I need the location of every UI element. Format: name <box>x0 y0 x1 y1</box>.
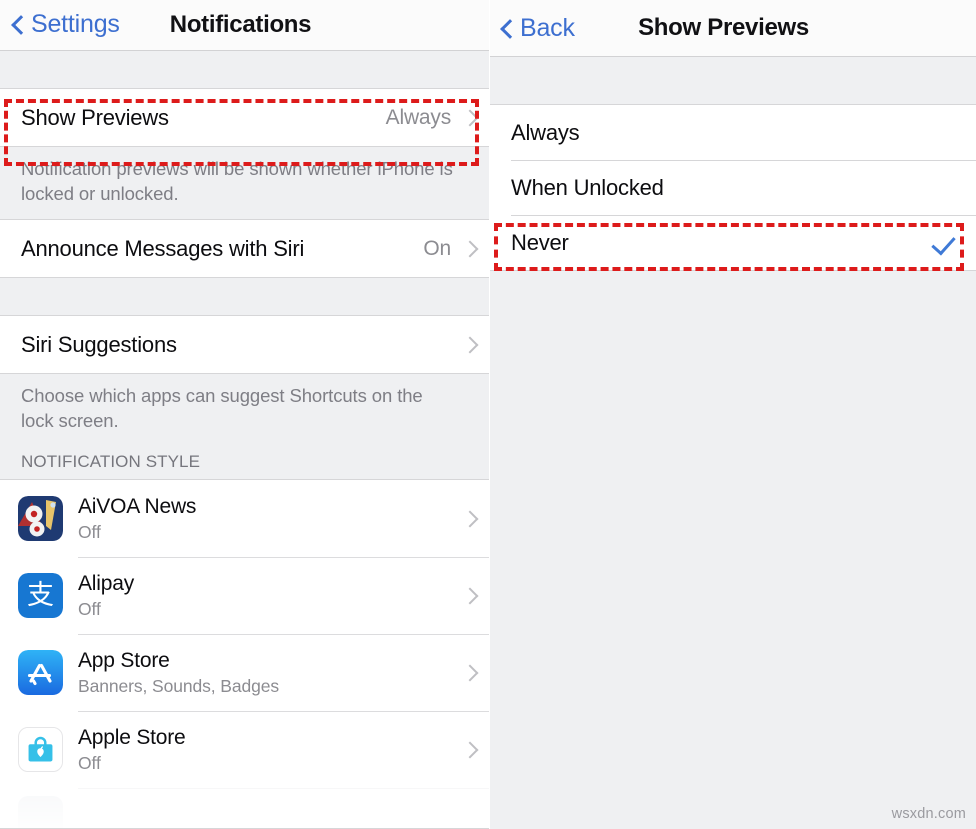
left-navbar: Settings Notifications <box>0 0 489 51</box>
empty-area <box>489 271 976 829</box>
app-store-app-icon <box>18 650 63 695</box>
chevron-left-icon <box>11 14 24 35</box>
app-row-alipay[interactable]: 支 Alipay Off <box>0 557 489 634</box>
app-name: Alipay <box>78 571 134 595</box>
partial-app-icon <box>18 796 63 829</box>
aivoa-news-app-icon <box>18 496 63 541</box>
app-name: Apple Store <box>78 725 186 749</box>
alipay-app-icon: 支 <box>18 573 63 618</box>
chevron-right-icon <box>464 239 475 258</box>
app-status: Off <box>78 752 101 773</box>
app-texts: AiVOA News Off <box>78 494 464 544</box>
app-texts: Apple Store Off <box>78 725 464 775</box>
chevron-right-icon <box>464 335 475 354</box>
option-row-never[interactable]: Never <box>489 215 976 270</box>
notification-style-app-list: AiVOA News Off 支 Alipay Off App Store Ba… <box>0 479 489 829</box>
app-row-aivoa-news[interactable]: AiVOA News Off <box>0 480 489 557</box>
right-phone-panel: Back Show Previews Always When Unlocked … <box>489 0 976 829</box>
row-show-previews-value: Always <box>385 105 452 129</box>
back-button-label: Back <box>520 13 575 42</box>
option-row-always[interactable]: Always <box>489 105 976 160</box>
siri-suggestions-note: Choose which apps can suggest Shortcuts … <box>0 374 489 446</box>
row-announce-value: On <box>423 236 451 260</box>
top-spacer <box>0 50 489 90</box>
app-status: Off <box>78 521 101 542</box>
show-previews-options-group: Always When Unlocked Never <box>489 105 976 271</box>
siri-suggestions-group: Siri Suggestions <box>0 316 489 374</box>
app-name: AiVOA News <box>78 494 197 518</box>
option-label: Always <box>511 119 580 145</box>
app-row-partial-cutoff <box>0 788 489 829</box>
back-button[interactable]: Back <box>500 14 575 43</box>
dual-phone-screenshot: Settings Notifications Show Previews Alw… <box>0 0 976 829</box>
row-show-previews-label: Show Previews <box>21 104 169 130</box>
app-name: App Store <box>78 648 170 672</box>
row-announce-label: Announce Messages with Siri <box>21 235 305 261</box>
chevron-right-icon <box>464 509 475 528</box>
announce-messages-group: Announce Messages with Siri On <box>0 219 489 279</box>
row-announce-messages-with-siri[interactable]: Announce Messages with Siri On <box>0 220 489 278</box>
app-status: Banners, Sounds, Badges <box>78 675 280 696</box>
apple-store-app-icon <box>18 727 63 772</box>
top-spacer <box>489 57 976 105</box>
app-row-app-store[interactable]: App Store Banners, Sounds, Badges <box>0 634 489 711</box>
right-navbar: Back Show Previews <box>489 0 976 57</box>
option-label: When Unlocked <box>511 174 664 200</box>
fade-inner <box>0 788 489 829</box>
option-row-when-unlocked[interactable]: When Unlocked <box>489 160 976 215</box>
row-show-previews[interactable]: Show Previews Always <box>0 89 489 147</box>
app-texts: Alipay Off <box>78 571 464 621</box>
app-status: Off <box>78 598 101 619</box>
app-row-apple-store[interactable]: Apple Store Off <box>0 711 489 788</box>
row-siri-suggestions-label: Siri Suggestions <box>21 331 177 357</box>
chevron-right-icon <box>464 586 475 605</box>
left-phone-panel: Settings Notifications Show Previews Alw… <box>0 0 489 829</box>
checkmark-icon <box>932 230 958 256</box>
svg-text:支: 支 <box>27 580 54 611</box>
option-label: Never <box>511 229 569 255</box>
chevron-left-icon <box>500 18 513 39</box>
back-button-label: Settings <box>31 10 120 39</box>
chevron-right-icon <box>464 740 475 759</box>
watermark: wsxdn.com <box>891 806 966 822</box>
chevron-right-icon <box>464 108 475 127</box>
notification-style-header: NOTIFICATION STYLE <box>0 446 489 479</box>
back-to-settings-button[interactable]: Settings <box>11 10 120 39</box>
chevron-right-icon <box>464 663 475 682</box>
section-spacer <box>0 278 489 316</box>
row-siri-suggestions[interactable]: Siri Suggestions <box>0 316 489 373</box>
show-previews-group: Show Previews Always <box>0 89 489 148</box>
app-texts: App Store Banners, Sounds, Badges <box>78 648 464 698</box>
panel-divider <box>489 0 490 829</box>
show-previews-note: Notification previews will be shown whet… <box>0 147 489 220</box>
